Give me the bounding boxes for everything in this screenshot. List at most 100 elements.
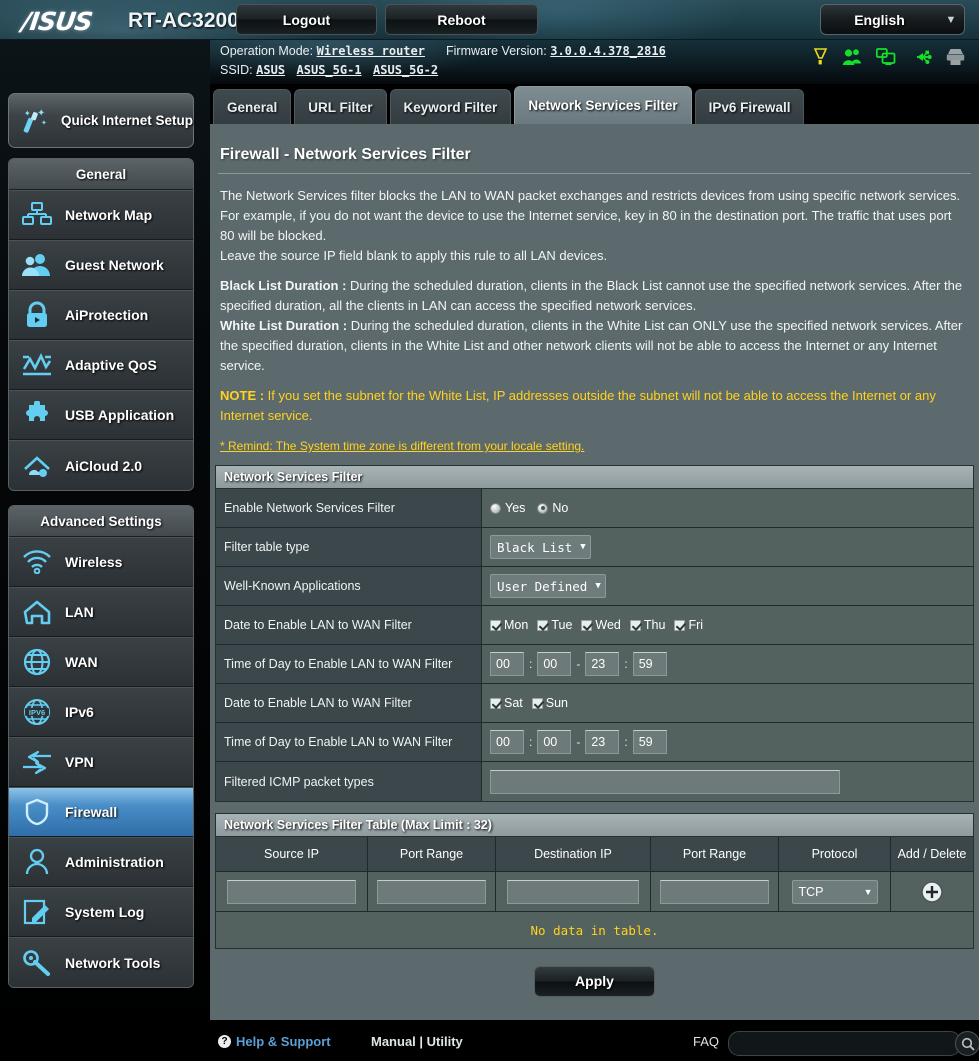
filtered-icmp-input[interactable] bbox=[490, 769, 840, 794]
filter-table-type-select[interactable]: Black List ▼ bbox=[490, 535, 591, 559]
sidebar-item-wan[interactable]: WAN bbox=[9, 637, 193, 687]
manual-utility-link[interactable]: Manual | Utility bbox=[371, 1034, 463, 1049]
question-mark-icon: ? bbox=[218, 1035, 231, 1048]
destination-ip-input[interactable] bbox=[506, 879, 640, 904]
sidebar-item-aicloud[interactable]: AiCloud 2.0 bbox=[9, 440, 193, 490]
plus-circle-icon[interactable] bbox=[920, 880, 944, 904]
protocol-select[interactable]: TCP ▼ bbox=[791, 879, 878, 904]
magnifier-icon[interactable] bbox=[955, 1031, 979, 1056]
tab-general[interactable]: General bbox=[213, 89, 292, 124]
firmware-value[interactable]: 3.0.0.4.378_2816 bbox=[550, 44, 666, 58]
column-header-destination-port-range: Port Range bbox=[651, 837, 779, 871]
row-enable-filter: Enable Network Services Filter Yes No bbox=[216, 489, 973, 528]
sidebar-item-network-tools[interactable]: Network Tools bbox=[9, 937, 193, 987]
weekend-end-minute-input[interactable] bbox=[632, 730, 667, 754]
sidebar-item-network-map[interactable]: Network Map bbox=[9, 190, 193, 240]
checkbox-sun[interactable]: Sun bbox=[531, 696, 568, 710]
description-paragraph-2: For example, if you do not want the devi… bbox=[220, 208, 952, 243]
ssid-item-1[interactable]: ASUS_5G-1 bbox=[297, 63, 362, 77]
ssid-item-0[interactable]: ASUS bbox=[256, 63, 285, 77]
row-filter-table-type: Filter table type Black List ▼ bbox=[216, 528, 973, 567]
operation-mode-label: Operation Mode: bbox=[220, 44, 314, 58]
operation-mode-value[interactable]: Wireless router bbox=[317, 44, 425, 58]
timezone-remind-link[interactable]: * Remind: The System time zone is differ… bbox=[220, 436, 584, 456]
sidebar-item-adaptive-qos[interactable]: Adaptive QoS bbox=[9, 340, 193, 390]
weekend-start-minute-input[interactable] bbox=[537, 730, 572, 754]
date-weekday-value: Mon Tue Wed Thu Fri bbox=[482, 606, 973, 644]
magic-wand-icon: ✦ ✦ ✦ bbox=[9, 106, 61, 136]
sidebar-item-usb-application[interactable]: USB Application bbox=[9, 390, 193, 440]
ssid-item-2[interactable]: ASUS_5G-2 bbox=[373, 63, 438, 77]
tab-network-services-filter[interactable]: Network Services Filter bbox=[514, 86, 692, 124]
weekday-end-minute-input[interactable] bbox=[632, 652, 667, 676]
column-header-source-port-range: Port Range bbox=[368, 837, 496, 871]
filtered-icmp-label: Filtered ICMP packet types bbox=[216, 762, 482, 801]
well-known-applications-select[interactable]: User Defined ▼ bbox=[490, 574, 606, 598]
network-map-icon bbox=[9, 202, 65, 228]
tab-keyword-filter[interactable]: Keyword Filter bbox=[389, 89, 512, 124]
weekday-start-hour-input[interactable] bbox=[490, 652, 524, 676]
sidebar-item-aiprotection[interactable]: AiProtection bbox=[9, 290, 193, 340]
reboot-button[interactable]: Reboot bbox=[385, 4, 538, 35]
destination-port-range-input[interactable] bbox=[659, 879, 770, 904]
weekend-start-hour-input[interactable] bbox=[490, 730, 524, 754]
apply-button[interactable]: Apply bbox=[534, 965, 655, 997]
radio-enable-no[interactable]: No bbox=[537, 501, 568, 515]
help-and-support-label: Help & Support bbox=[236, 1034, 331, 1049]
svg-text:✦: ✦ bbox=[24, 109, 31, 118]
sidebar-item-vpn[interactable]: VPN bbox=[9, 737, 193, 787]
radio-yes-dot bbox=[490, 502, 501, 514]
ipv6-globe-icon: IPV6 bbox=[9, 698, 65, 726]
chevron-down-icon: ▼ bbox=[580, 542, 586, 552]
cloud-house-icon bbox=[9, 453, 65, 479]
language-selector[interactable]: English ▼ bbox=[820, 4, 965, 35]
guest-network-icon[interactable] bbox=[842, 48, 862, 66]
tab-url-filter[interactable]: URL Filter bbox=[294, 89, 387, 124]
sidebar-group-advanced: Advanced Settings Wireless LAN WAN IPV6 … bbox=[8, 505, 194, 988]
client-list-icon[interactable] bbox=[876, 48, 896, 66]
sidebar-item-wireless[interactable]: Wireless bbox=[9, 537, 193, 587]
usb-icon[interactable] bbox=[910, 49, 932, 65]
checkbox-thu[interactable]: Thu bbox=[629, 618, 665, 632]
sidebar-item-guest-network[interactable]: Guest Network bbox=[9, 240, 193, 290]
help-and-support-link[interactable]: ? Help & Support bbox=[218, 1034, 331, 1049]
checkbox-mon[interactable]: Mon bbox=[490, 618, 528, 632]
weekend-end-hour-input[interactable] bbox=[585, 730, 620, 754]
shield-icon bbox=[9, 798, 65, 826]
source-ip-input[interactable] bbox=[226, 879, 357, 904]
sidebar: ✦ ✦ ✦ Quick Internet Setup General Network… bbox=[0, 40, 210, 1061]
printer-icon[interactable] bbox=[946, 48, 965, 66]
filter-table-new-row: TCP ▼ bbox=[216, 872, 973, 912]
firmware-info: Firmware Version: 3.0.0.4.378_2816 bbox=[446, 44, 666, 58]
ssid-label: SSID: bbox=[220, 63, 253, 77]
sidebar-item-firewall[interactable]: Firewall bbox=[9, 787, 193, 837]
checkbox-tue[interactable]: Tue bbox=[537, 618, 572, 632]
sidebar-item-administration[interactable]: Administration bbox=[9, 837, 193, 887]
sidebar-item-network-map-label: Network Map bbox=[65, 207, 153, 223]
sidebar-item-lan[interactable]: LAN bbox=[9, 587, 193, 637]
source-port-range-input[interactable] bbox=[376, 879, 487, 904]
cell-destination-port-range bbox=[651, 872, 779, 911]
globe-icon bbox=[9, 648, 65, 676]
pencil-note-icon bbox=[9, 898, 65, 926]
weekday-start-minute-input[interactable] bbox=[537, 652, 572, 676]
chevron-down-icon: ▼ bbox=[945, 13, 957, 26]
logout-button[interactable]: Logout bbox=[236, 4, 377, 35]
sidebar-item-ipv6[interactable]: IPV6 IPv6 bbox=[9, 687, 193, 737]
alert-icon[interactable] bbox=[813, 48, 828, 66]
puzzle-icon bbox=[9, 401, 65, 429]
time-colon-separator: : bbox=[624, 735, 628, 749]
checkbox-sat[interactable]: Sat bbox=[490, 696, 523, 710]
quick-internet-setup-button[interactable]: ✦ ✦ ✦ Quick Internet Setup bbox=[8, 93, 194, 148]
svg-text:IPV6: IPV6 bbox=[29, 708, 45, 717]
checkbox-wed[interactable]: Wed bbox=[581, 618, 621, 632]
tab-ipv6-firewall[interactable]: IPv6 Firewall bbox=[694, 89, 805, 124]
sidebar-item-guest-network-label: Guest Network bbox=[65, 257, 164, 273]
radio-enable-yes[interactable]: Yes bbox=[490, 501, 525, 515]
weekday-end-hour-input[interactable] bbox=[585, 652, 620, 676]
checkbox-fri[interactable]: Fri bbox=[674, 618, 703, 632]
faq-search-input[interactable] bbox=[728, 1031, 961, 1056]
sidebar-item-lan-label: LAN bbox=[65, 604, 94, 620]
filtered-icmp-value bbox=[482, 762, 973, 801]
sidebar-item-system-log[interactable]: System Log bbox=[9, 887, 193, 937]
